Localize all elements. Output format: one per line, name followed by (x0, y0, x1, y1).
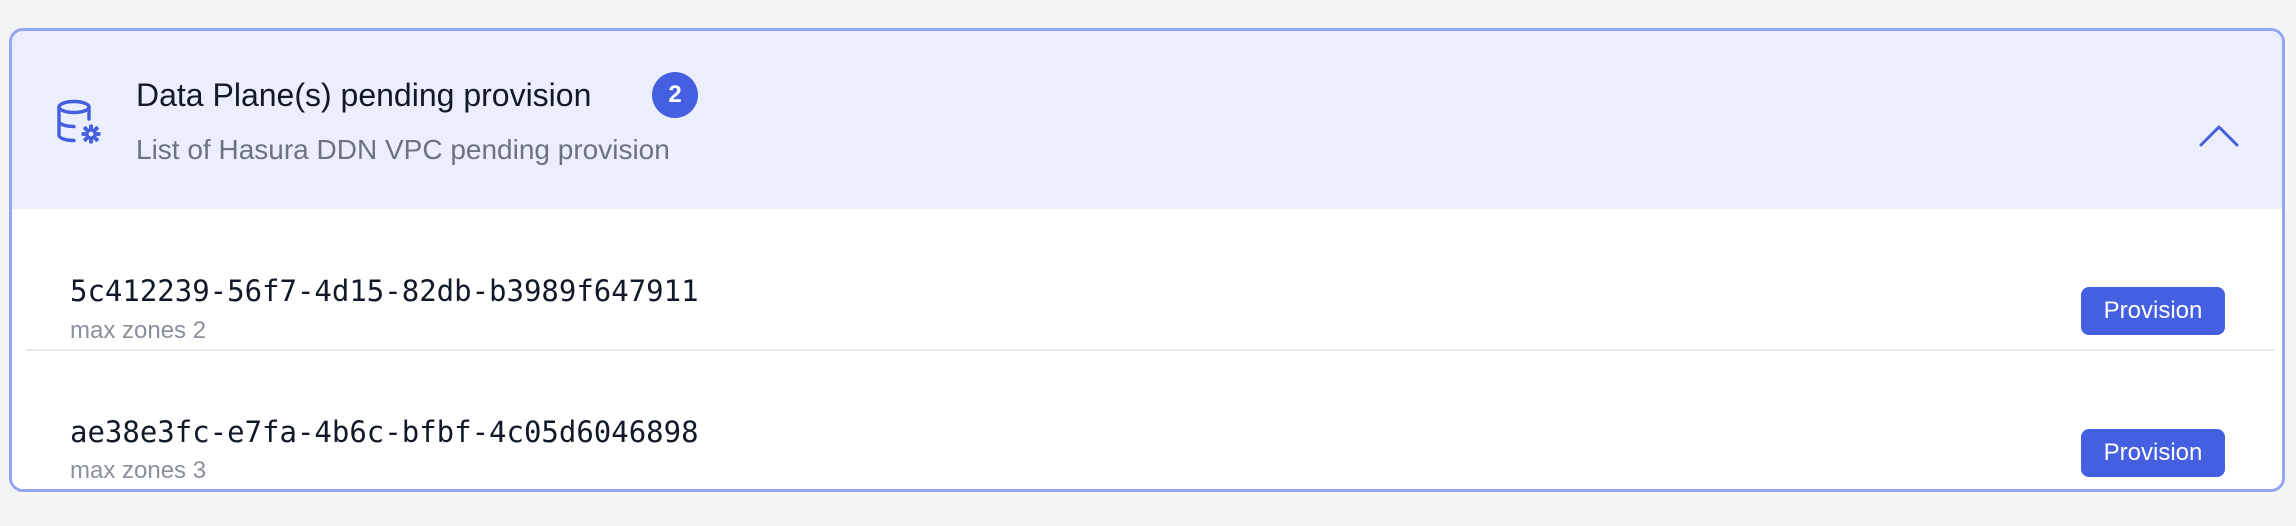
panel-title: Data Plane(s) pending provision (136, 77, 592, 113)
data-plane-row: ae38e3fc-e7fa-4b6c-bfbf-4c05d6046898 max… (12, 351, 2282, 489)
pending-provision-panel: Data Plane(s) pending provision 2 List o… (9, 28, 2285, 492)
max-zones-text: max zones 2 (70, 317, 207, 344)
data-plane-row: 5c412239-56f7-4d15-82db-b3989f647911 max… (12, 209, 2282, 349)
pending-count-badge: 2 (652, 72, 698, 118)
max-zones-text: max zones 3 (70, 457, 207, 484)
database-gear-icon (57, 99, 101, 144)
provision-button[interactable]: Provision (2081, 429, 2225, 477)
panel-header[interactable]: Data Plane(s) pending provision 2 List o… (12, 31, 2282, 209)
panel-subtitle: List of Hasura DDN VPC pending provision (136, 134, 670, 165)
provision-button[interactable]: Provision (2081, 287, 2225, 335)
data-plane-id: 5c412239-56f7-4d15-82db-b3989f647911 (70, 274, 699, 308)
data-plane-id: ae38e3fc-e7fa-4b6c-bfbf-4c05d6046898 (70, 415, 699, 449)
chevron-up-icon[interactable] (2195, 117, 2243, 153)
